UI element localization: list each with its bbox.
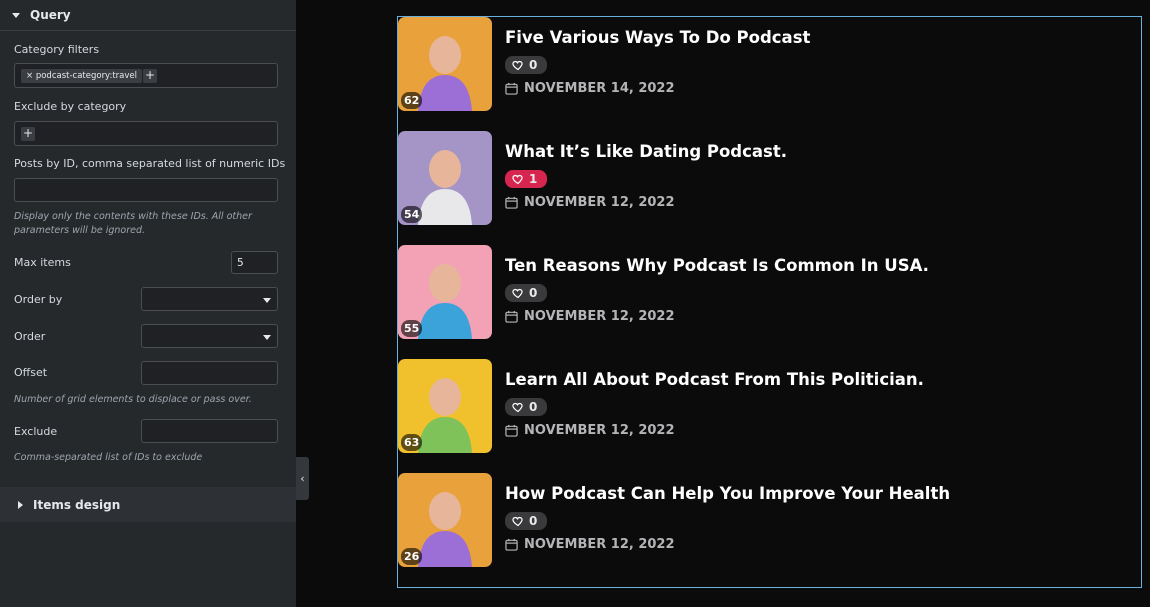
chevron-left-icon: ‹: [300, 472, 305, 485]
post-count-badge: 63: [401, 434, 423, 451]
like-button[interactable]: 0: [505, 284, 547, 302]
post-item[interactable]: 55 Ten Reasons Why Podcast Is Common In …: [398, 245, 1141, 341]
post-date: NOVEMBER 14, 2022: [505, 80, 675, 96]
post-item[interactable]: 54 What It’s Like Dating Podcast. 1 NOVE…: [398, 131, 1141, 227]
post-date-text: NOVEMBER 12, 2022: [524, 194, 675, 210]
calendar-icon: [505, 538, 518, 551]
post-title[interactable]: Five Various Ways To Do Podcast: [505, 28, 810, 47]
post-count-badge: 54: [401, 206, 423, 223]
heart-icon: [512, 402, 523, 413]
post-thumbnail[interactable]: 54: [398, 131, 492, 225]
post-item[interactable]: 26 How Podcast Can Help You Improve Your…: [398, 473, 1141, 569]
heart-icon: [512, 516, 523, 527]
add-exclude-category-button[interactable]: +: [21, 127, 35, 141]
max-items-value: 5: [237, 257, 244, 269]
category-filter-tag[interactable]: × podcast-category:travel: [21, 69, 142, 83]
like-count: 1: [529, 172, 538, 186]
post-thumbnail[interactable]: 63: [398, 359, 492, 453]
caret-down-icon: [263, 335, 271, 340]
posts-by-id-label: Posts by ID, comma separated list of num…: [14, 157, 286, 170]
heart-icon: [512, 174, 523, 185]
caret-down-icon: [263, 298, 271, 303]
collapse-panel-button[interactable]: ‹: [296, 457, 309, 500]
post-count-badge: 55: [401, 320, 423, 337]
items-design-title: Items design: [33, 497, 121, 512]
items-design-section-header[interactable]: Items design: [0, 487, 296, 522]
like-count: 0: [529, 58, 538, 72]
add-category-filter-button[interactable]: +: [143, 69, 157, 83]
exclude-category-field[interactable]: +: [14, 121, 278, 146]
post-title[interactable]: What It’s Like Dating Podcast.: [505, 142, 787, 161]
post-date-text: NOVEMBER 12, 2022: [524, 536, 675, 552]
post-thumbnail[interactable]: 55: [398, 245, 492, 339]
max-items-input[interactable]: 5: [231, 251, 278, 274]
like-button[interactable]: 1: [505, 170, 547, 188]
query-section-title: Query: [30, 8, 71, 22]
post-title[interactable]: How Podcast Can Help You Improve Your He…: [505, 484, 950, 503]
settings-panel: Query Category filters × podcast-categor…: [0, 0, 296, 607]
post-date: NOVEMBER 12, 2022: [505, 308, 675, 324]
post-title[interactable]: Ten Reasons Why Podcast Is Common In USA…: [505, 256, 929, 275]
post-thumbnail[interactable]: 26: [398, 473, 492, 567]
posts-by-id-input[interactable]: [14, 178, 278, 202]
offset-note: Number of grid elements to displace or p…: [14, 394, 252, 405]
post-date: NOVEMBER 12, 2022: [505, 536, 675, 552]
offset-input[interactable]: [141, 361, 278, 385]
calendar-icon: [505, 82, 518, 95]
heart-icon: [512, 288, 523, 299]
like-button[interactable]: 0: [505, 398, 547, 416]
exclude-category-label: Exclude by category: [14, 100, 127, 113]
exclude-note: Comma-separated list of IDs to exclude: [14, 452, 203, 463]
post-item[interactable]: 62 Five Various Ways To Do Podcast 0 NOV…: [398, 17, 1141, 113]
post-date-text: NOVEMBER 12, 2022: [524, 308, 675, 324]
post-count-badge: 62: [401, 92, 423, 109]
caret-down-icon: [12, 12, 20, 18]
caret-right-icon: [18, 500, 23, 509]
query-section-header[interactable]: Query: [0, 0, 296, 31]
post-date: NOVEMBER 12, 2022: [505, 194, 675, 210]
post-date-text: NOVEMBER 12, 2022: [524, 422, 675, 438]
exclude-label: Exclude: [14, 425, 58, 438]
like-button[interactable]: 0: [505, 512, 547, 530]
post-thumbnail[interactable]: 62: [398, 17, 492, 111]
order-select[interactable]: [141, 324, 278, 348]
post-date: NOVEMBER 12, 2022: [505, 422, 675, 438]
offset-label: Offset: [14, 366, 48, 379]
order-by-label: Order by: [14, 293, 63, 306]
category-filters-label: Category filters: [14, 43, 100, 56]
calendar-icon: [505, 424, 518, 437]
category-filters-field[interactable]: × podcast-category:travel +: [14, 63, 278, 88]
exclude-input[interactable]: [141, 419, 278, 443]
like-count: 0: [529, 400, 538, 414]
post-count-badge: 26: [401, 548, 423, 565]
like-count: 0: [529, 286, 538, 300]
post-date-text: NOVEMBER 14, 2022: [524, 80, 675, 96]
posts-preview: 62 Five Various Ways To Do Podcast 0 NOV…: [397, 16, 1142, 588]
posts-by-id-note: Display only the contents with these IDs…: [14, 211, 252, 236]
post-item[interactable]: 63 Learn All About Podcast From This Pol…: [398, 359, 1141, 455]
order-by-select[interactable]: [141, 287, 278, 311]
order-label: Order: [14, 330, 46, 343]
calendar-icon: [505, 196, 518, 209]
max-items-label: Max items: [14, 256, 71, 269]
like-button[interactable]: 0: [505, 56, 547, 74]
post-title[interactable]: Learn All About Podcast From This Politi…: [505, 370, 924, 389]
like-count: 0: [529, 514, 538, 528]
heart-icon: [512, 60, 523, 71]
calendar-icon: [505, 310, 518, 323]
